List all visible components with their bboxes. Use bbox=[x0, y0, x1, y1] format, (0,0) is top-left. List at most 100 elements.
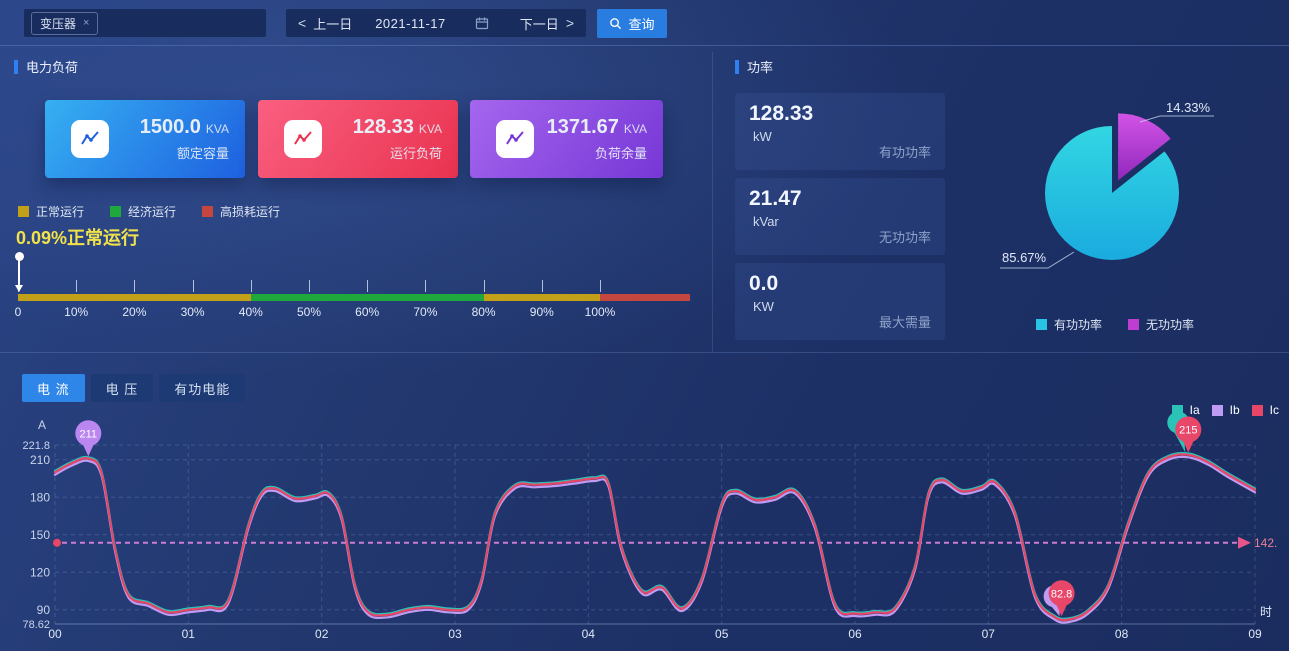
y-tick-label: 180 bbox=[30, 490, 50, 504]
y-tick-label: 210 bbox=[30, 453, 50, 467]
query-button[interactable]: 查询 bbox=[597, 9, 667, 38]
power-ratio-pie-chart[interactable]: 14.33% 85.67% bbox=[990, 55, 1289, 345]
max-demand-value: 0.0 bbox=[749, 272, 931, 296]
calendar-icon[interactable] bbox=[475, 16, 489, 30]
rated-capacity-unit: KVA bbox=[206, 122, 229, 136]
x-tick-label: 02 bbox=[315, 627, 329, 641]
gauge-tick bbox=[600, 280, 601, 292]
markline-label: 142. bbox=[1254, 536, 1277, 550]
tag-close-icon[interactable]: × bbox=[83, 17, 89, 29]
load-rate-status-text: 0.09%正常运行 bbox=[16, 224, 139, 250]
y-tick-label: 120 bbox=[30, 565, 50, 579]
prev-day-button[interactable]: 上一日 bbox=[313, 14, 352, 33]
load-margin-value: 1371.67 bbox=[547, 116, 619, 138]
legend-swatch bbox=[18, 206, 29, 217]
gauge-tick-label: 60% bbox=[345, 305, 389, 319]
x-tick-label: 05 bbox=[715, 627, 729, 641]
x-tick-label: 01 bbox=[182, 627, 196, 641]
gauge-tick bbox=[367, 280, 368, 292]
load-margin-unit: KVA bbox=[624, 122, 647, 136]
x-tick-label: 09 bbox=[1248, 627, 1262, 641]
rated-capacity-value: 1500.0 bbox=[140, 116, 201, 138]
running-load-card: 128.33KVA 运行负荷 bbox=[258, 100, 458, 178]
reactive-power-label: 无功功率 bbox=[879, 227, 931, 246]
power-panel-title: 功率 bbox=[735, 57, 773, 76]
gauge-tick bbox=[134, 280, 135, 292]
current-line-chart[interactable]: A78.6290120150180210221.8000102030405060… bbox=[0, 405, 1289, 651]
gauge-segment bbox=[484, 294, 600, 301]
metric-tabs: 电 流电 压有功电能 bbox=[22, 374, 245, 402]
top-toolbar: 变压器 × < 上一日 2021-11-17 下一日 > 查询 bbox=[0, 0, 1289, 46]
y-tick-label: 221.8 bbox=[22, 440, 50, 452]
gauge-tick-label: 90% bbox=[520, 305, 564, 319]
gauge-tick-label: 10% bbox=[54, 305, 98, 319]
markline-arrow bbox=[1238, 537, 1251, 549]
max-demand-label: 最大需量 bbox=[879, 312, 931, 331]
chart-line-icon bbox=[284, 120, 322, 158]
legend-swatch bbox=[1036, 319, 1047, 330]
gauge-tick-label: 100% bbox=[578, 305, 622, 319]
gauge-tick-label: 30% bbox=[171, 305, 215, 319]
pie-slice-percent: 85.67% bbox=[1002, 250, 1047, 265]
chart-line-icon bbox=[71, 120, 109, 158]
date-picker-value[interactable]: 2021-11-17 bbox=[375, 16, 446, 31]
chevron-right-icon[interactable]: > bbox=[566, 15, 574, 31]
pie-legend-item-1[interactable]: 无功功率 bbox=[1128, 316, 1194, 333]
running-load-unit: KVA bbox=[419, 122, 442, 136]
x-axis-unit: 时 bbox=[1260, 605, 1272, 619]
gauge-tick-label: 80% bbox=[462, 305, 506, 319]
next-day-button[interactable]: 下一日 bbox=[520, 14, 559, 33]
y-tick-label: 150 bbox=[30, 528, 50, 542]
pie-legend: 有功功率 无功功率 bbox=[1036, 316, 1194, 333]
tab-active-energy[interactable]: 有功电能 bbox=[159, 374, 245, 402]
y-axis-unit: A bbox=[38, 418, 46, 432]
gauge-tick bbox=[251, 280, 252, 292]
max-demand-card: 0.0 KW 最大需量 bbox=[735, 263, 945, 340]
legend-swatch bbox=[110, 206, 121, 217]
power-load-title: 电力负荷 bbox=[14, 57, 78, 76]
gauge-tick bbox=[76, 280, 77, 292]
x-tick-label: 00 bbox=[48, 627, 62, 641]
filter-tag-chip[interactable]: 变压器 × bbox=[31, 12, 98, 35]
search-icon bbox=[609, 17, 622, 30]
y-tick-label: 78.62 bbox=[22, 619, 50, 631]
series-line-Ic bbox=[55, 454, 1255, 620]
legend-swatch bbox=[1128, 319, 1139, 330]
marker-pin-label: 82.8 bbox=[1051, 588, 1072, 600]
section-divider bbox=[0, 352, 1289, 353]
gauge-tick bbox=[542, 280, 543, 292]
pie-legend-item-0[interactable]: 有功功率 bbox=[1036, 316, 1102, 333]
tab-voltage[interactable]: 电 压 bbox=[91, 374, 154, 402]
gauge-tick bbox=[425, 280, 426, 292]
gauge-tick-label: 0 bbox=[0, 305, 40, 319]
y-tick-label: 90 bbox=[37, 603, 51, 617]
gauge-tick bbox=[193, 280, 194, 292]
gauge-tick-label: 40% bbox=[229, 305, 273, 319]
tab-current[interactable]: 电 流 bbox=[22, 374, 85, 402]
title-accent-bar bbox=[735, 60, 739, 74]
run-state-legend: 正常运行 经济运行 高损耗运行 bbox=[18, 203, 280, 220]
active-power-label: 有功功率 bbox=[879, 142, 931, 161]
x-tick-label: 04 bbox=[582, 627, 596, 641]
x-tick-label: 08 bbox=[1115, 627, 1129, 641]
load-rate-gauge: 010%20%30%40%50%60%70%80%90%100% bbox=[18, 252, 718, 324]
marker-pin-label: 211 bbox=[80, 428, 98, 440]
pie-leader-line bbox=[1140, 116, 1214, 122]
pie-slice-percent: 14.33% bbox=[1166, 100, 1211, 115]
gauge-segment bbox=[18, 294, 251, 301]
run-legend-item-2[interactable]: 高损耗运行 bbox=[202, 203, 280, 220]
reactive-power-value: 21.47 bbox=[749, 187, 931, 211]
markline-dot bbox=[53, 539, 61, 547]
run-legend-item-0[interactable]: 正常运行 bbox=[18, 203, 84, 220]
rated-capacity-label: 额定容量 bbox=[140, 143, 229, 162]
filter-tag-label: 变压器 bbox=[40, 15, 76, 32]
dashboard-root: 变压器 × < 上一日 2021-11-17 下一日 > 查询 电力负荷 150 bbox=[0, 0, 1289, 651]
x-tick-label: 07 bbox=[982, 627, 996, 641]
run-legend-item-1[interactable]: 经济运行 bbox=[110, 203, 176, 220]
gauge-tick bbox=[309, 280, 310, 292]
device-filter-input[interactable]: 变压器 × bbox=[24, 9, 266, 37]
chevron-left-icon[interactable]: < bbox=[298, 15, 306, 31]
query-button-label: 查询 bbox=[628, 14, 654, 33]
gauge-tick bbox=[484, 280, 485, 292]
gauge-tick-label: 50% bbox=[287, 305, 331, 319]
